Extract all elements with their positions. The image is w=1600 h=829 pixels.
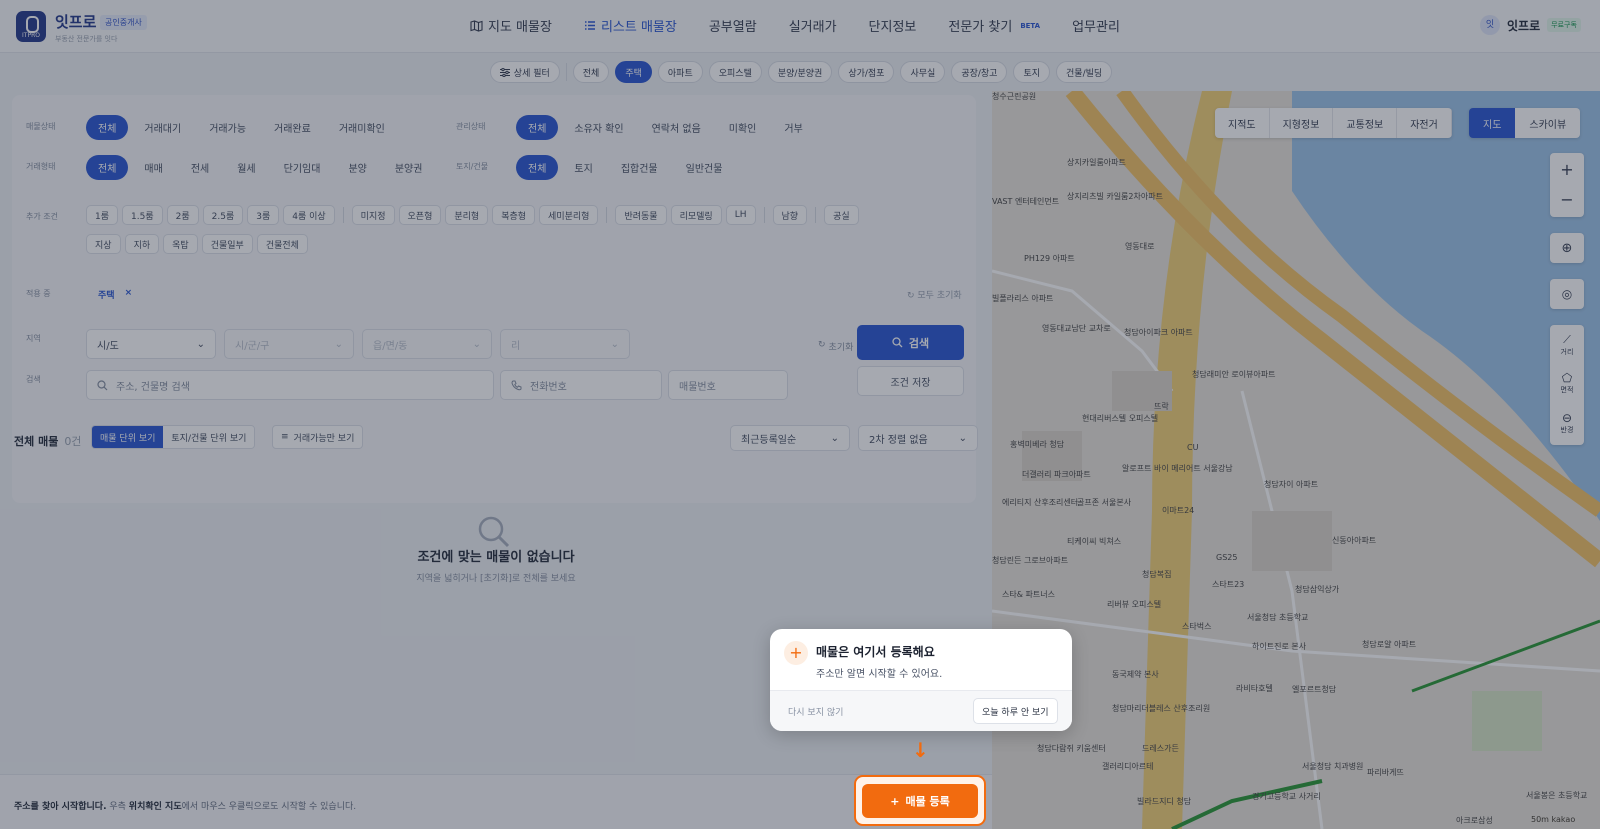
scale-value: 50m xyxy=(1531,815,1549,824)
map-scale: 50m kakao xyxy=(1531,815,1575,824)
dont-show-again-button[interactable]: 다시 보지 않기 xyxy=(788,705,843,718)
plus-icon: + xyxy=(890,794,900,808)
register-label: 매물 등록 xyxy=(905,795,950,808)
popup-title: 매물은 여기서 등록해요 xyxy=(816,645,935,659)
arrow-down-icon: ↓ xyxy=(912,738,929,762)
popup-subtitle: 주소만 알면 시작할 수 있어요. xyxy=(816,669,943,680)
popup-footer: 다시 보지 않기 오늘 하루 안 보기 xyxy=(770,690,1072,731)
plus-icon: + xyxy=(784,641,808,665)
hide-today-button[interactable]: 오늘 하루 안 보기 xyxy=(973,698,1058,724)
register-listing-button[interactable]: + 매물 등록 xyxy=(862,784,978,818)
register-coachmark-popup: + 매물은 여기서 등록해요 주소만 알면 시작할 수 있어요. 다시 보지 않… xyxy=(770,629,1072,731)
map-attribution: kakao xyxy=(1551,815,1576,824)
